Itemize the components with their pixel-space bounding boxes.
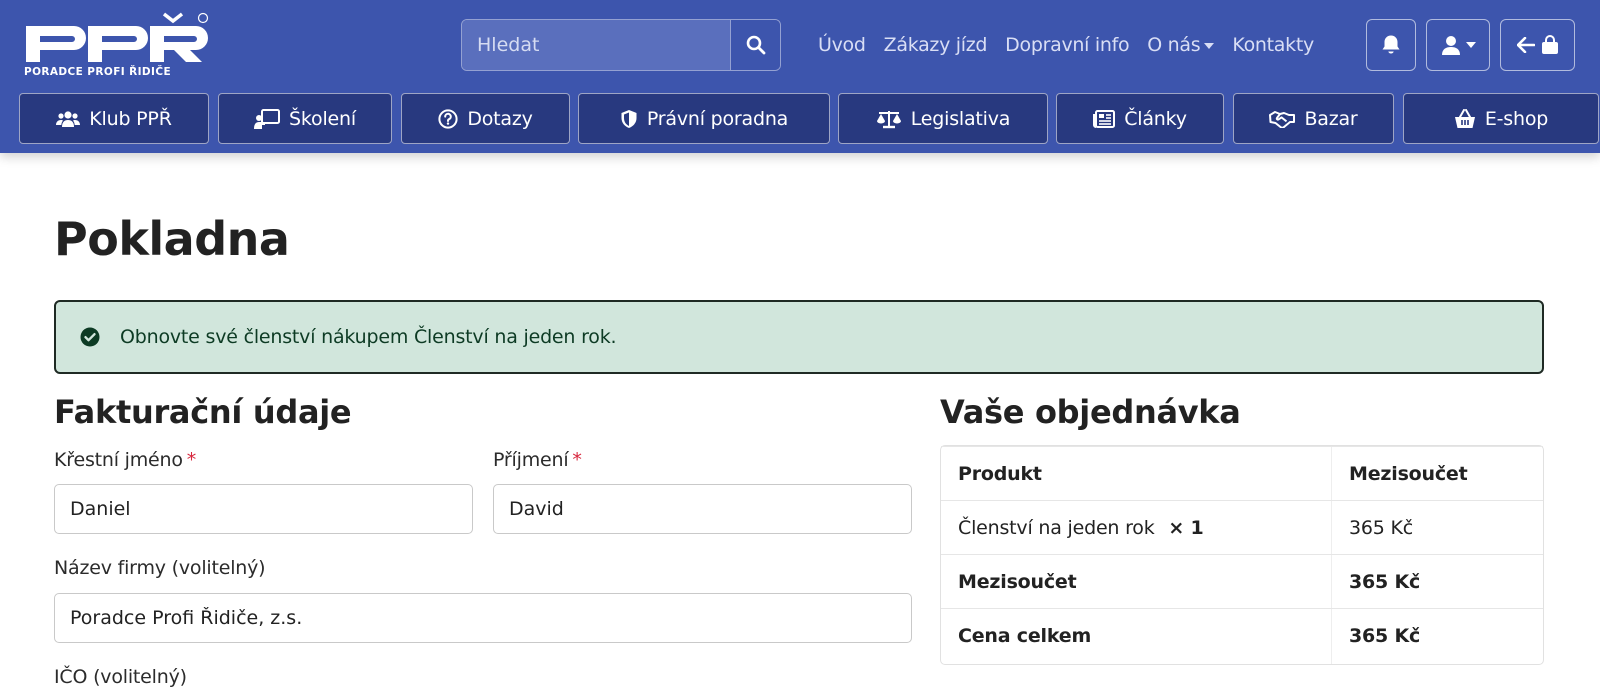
table-row: Členství na jeden rok × 1 365 Kč bbox=[941, 500, 1543, 554]
nav-button-label: Legislativa bbox=[910, 107, 1011, 130]
user-icon bbox=[1441, 36, 1460, 55]
handshake-icon bbox=[1269, 110, 1296, 128]
nav-button-label: Školení bbox=[289, 107, 356, 130]
ico-label: IČO (volitelný) bbox=[54, 666, 187, 688]
nav-button-e-shop[interactable]: E-shop bbox=[1403, 93, 1599, 144]
question-circle-icon bbox=[438, 108, 458, 129]
column-header-product: Produkt bbox=[958, 462, 1042, 485]
required-marker: * bbox=[572, 449, 582, 471]
nav-button-label: Dotazy bbox=[467, 107, 533, 130]
logo-subtitle: PORADCE PROFI ŘIDIČE bbox=[24, 66, 172, 78]
nav-button-dotazy[interactable]: Dotazy bbox=[401, 93, 570, 144]
subtotal-value: 365 Kč bbox=[1349, 570, 1421, 593]
product-name-text: Členství na jeden rok bbox=[958, 516, 1155, 539]
billing-title: Fakturační údaje bbox=[54, 393, 352, 431]
company-field[interactable] bbox=[54, 593, 912, 643]
order-title: Vaše objednávka bbox=[940, 393, 1241, 431]
site-logo[interactable]: PORADCE PROFI ŘIDIČE bbox=[24, 12, 210, 80]
total-row: Cena celkem 365 Kč bbox=[941, 608, 1543, 662]
users-icon bbox=[56, 110, 81, 127]
column-header-subtotal: Mezisoučet bbox=[1349, 462, 1468, 485]
search-bar bbox=[461, 19, 781, 71]
shopping-bag-icon bbox=[1541, 35, 1558, 54]
nav-button-label: E-shop bbox=[1484, 107, 1549, 130]
nav-link-o-nas[interactable]: O nás bbox=[1147, 34, 1215, 56]
newspaper-icon bbox=[1093, 109, 1116, 128]
search-input[interactable] bbox=[462, 20, 730, 70]
subtotal-label: Mezisoučet bbox=[958, 570, 1077, 593]
table-header-row: Produkt Mezisoučet bbox=[941, 446, 1543, 500]
company-label: Název firmy (volitelný) bbox=[54, 557, 266, 579]
nav-button-label: Bazar bbox=[1304, 107, 1358, 130]
nav-button-clanky[interactable]: Články bbox=[1056, 93, 1224, 144]
nav-button-bazar[interactable]: Bazar bbox=[1233, 93, 1394, 144]
nav-link-kontakty[interactable]: Kontakty bbox=[1232, 34, 1314, 56]
first-name-field[interactable] bbox=[54, 484, 473, 534]
notice-text: Obnovte své členství nákupem Členství na… bbox=[120, 326, 617, 348]
product-name: Členství na jeden rok × 1 bbox=[958, 517, 1204, 539]
shield-icon bbox=[621, 109, 637, 128]
total-label: Cena celkem bbox=[958, 624, 1092, 647]
bell-icon bbox=[1382, 35, 1400, 54]
teacher-icon bbox=[254, 108, 281, 129]
nav-link-dopravni-info[interactable]: Dopravní info bbox=[1005, 34, 1129, 56]
required-marker: * bbox=[186, 449, 197, 471]
order-summary-table: Produkt Mezisoučet Členství na jeden rok… bbox=[940, 445, 1544, 665]
site-header: PORADCE PROFI ŘIDIČE Úvod Zákazy jízd Do… bbox=[0, 0, 1600, 153]
product-quantity: × 1 bbox=[1168, 516, 1204, 539]
scales-icon bbox=[876, 110, 901, 128]
check-circle-icon bbox=[80, 327, 100, 347]
first-name-label-text: Křestní jméno bbox=[54, 449, 183, 471]
top-nav: Úvod Zákazy jízd Dopravní info O nás Kon… bbox=[818, 30, 1332, 60]
user-menu-button[interactable] bbox=[1426, 19, 1490, 71]
last-name-label-text: Příjmení bbox=[493, 449, 569, 471]
nav-button-label: Právní poradna bbox=[646, 107, 789, 130]
notifications-button[interactable] bbox=[1366, 19, 1416, 71]
caret-down-icon bbox=[1465, 42, 1476, 48]
info-notice: Obnovte své členství nákupem Členství na… bbox=[54, 300, 1544, 374]
last-name-field[interactable] bbox=[493, 484, 912, 534]
page-title: Pokladna bbox=[54, 212, 290, 266]
search-icon bbox=[746, 35, 765, 55]
first-name-label: Křestní jméno * bbox=[54, 449, 196, 471]
nav-link-zakazy-jizd[interactable]: Zákazy jízd bbox=[884, 34, 988, 56]
product-price: 365 Kč bbox=[1349, 516, 1414, 539]
subtotal-row: Mezisoučet 365 Kč bbox=[941, 554, 1543, 608]
nav-button-label: Články bbox=[1124, 107, 1187, 130]
nav-button-klub-ppr[interactable]: Klub PPŘ bbox=[19, 93, 209, 144]
nav-button-legislativa[interactable]: Legislativa bbox=[838, 93, 1048, 144]
caret-down-icon bbox=[1204, 42, 1215, 49]
search-button[interactable] bbox=[730, 20, 780, 70]
total-value: 365 Kč bbox=[1349, 624, 1421, 647]
nav-button-label: Klub PPŘ bbox=[89, 107, 172, 130]
nav-link-uvod[interactable]: Úvod bbox=[818, 34, 866, 56]
nav-button-skoleni[interactable]: Školení bbox=[218, 93, 392, 144]
nav-link-o-nas-label: O nás bbox=[1147, 34, 1201, 56]
arrow-left-icon bbox=[1516, 37, 1535, 53]
back-to-cart-button[interactable] bbox=[1500, 19, 1575, 71]
basket-icon bbox=[1454, 108, 1475, 128]
last-name-label: Příjmení * bbox=[493, 449, 582, 471]
nav-button-pravni-poradna[interactable]: Právní poradna bbox=[578, 93, 830, 144]
